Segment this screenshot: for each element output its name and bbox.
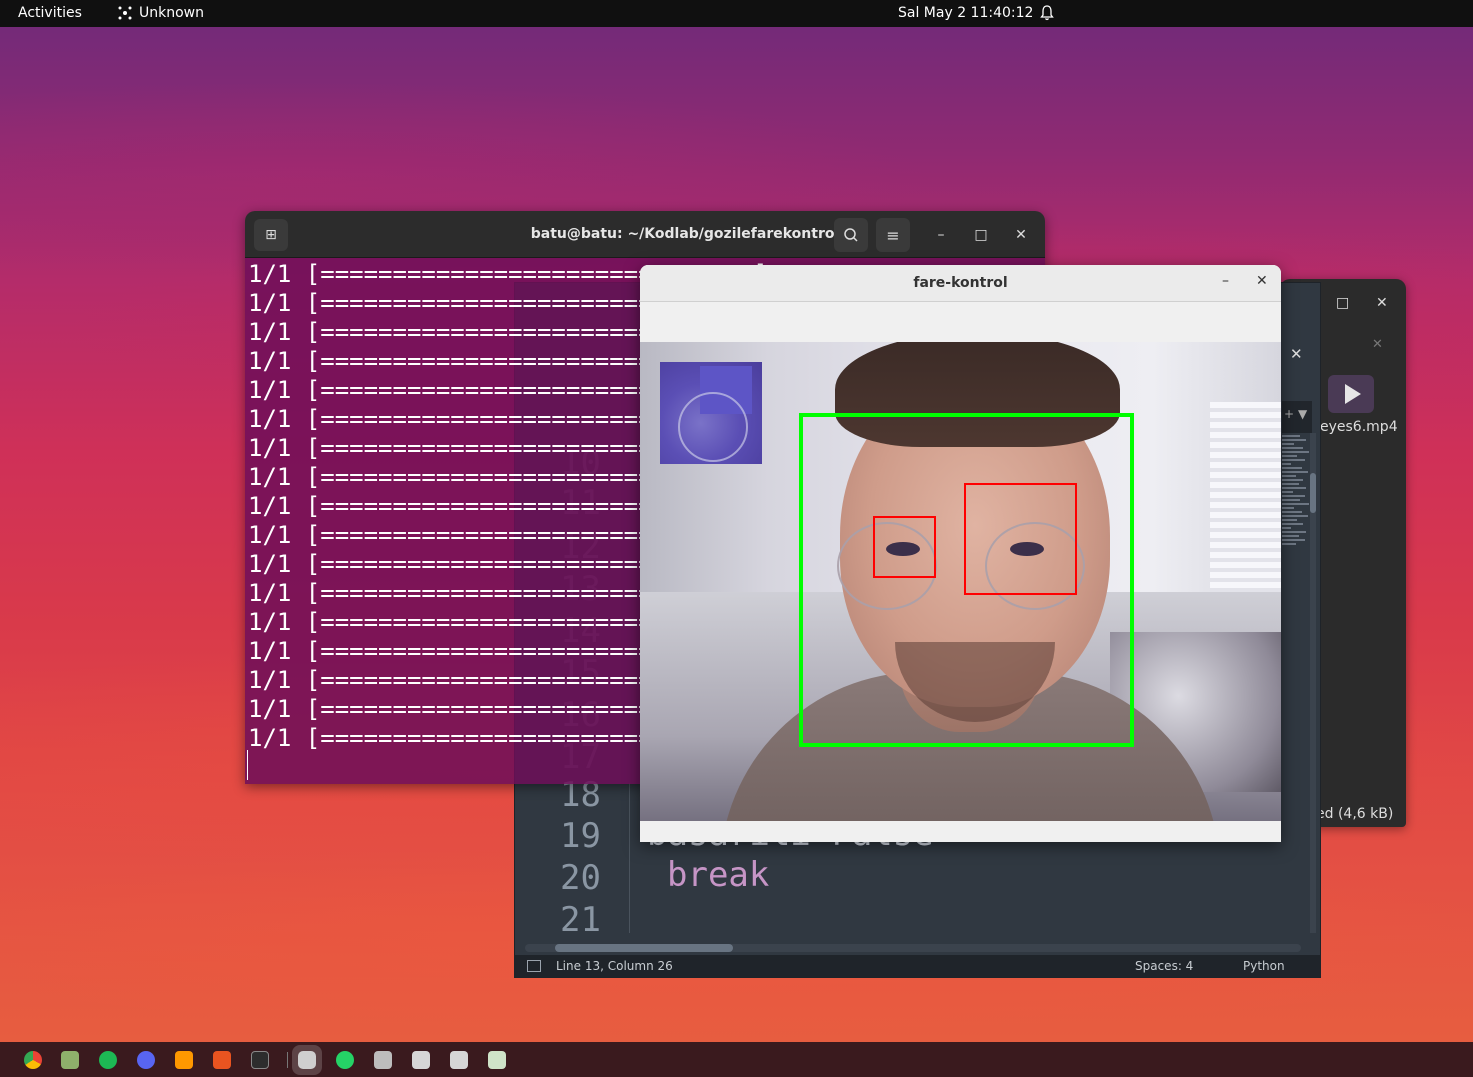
hamburger-menu-icon[interactable]: ≡ (876, 218, 910, 252)
horizontal-scrollbar[interactable] (525, 944, 1301, 952)
terminal-cursor (247, 750, 248, 780)
clock[interactable]: Sal May 2 11:40:12 (898, 5, 1033, 21)
discord-icon[interactable] (137, 1051, 155, 1069)
dock (0, 1042, 1473, 1077)
eye-detection-box-left (873, 516, 936, 578)
chrome-icon[interactable] (24, 1051, 42, 1069)
editor-close-icon[interactable]: ✕ (1290, 345, 1303, 363)
notification-bell-icon[interactable] (1040, 5, 1054, 21)
file-status-text: ed (4,6 kB) (1316, 806, 1394, 822)
document-icon[interactable] (374, 1051, 392, 1069)
syntax-language[interactable]: Python (1243, 959, 1285, 973)
app-icon (118, 6, 132, 20)
video-file-icon[interactable] (1328, 375, 1374, 413)
document-icon[interactable] (412, 1051, 430, 1069)
vertical-scrollbar[interactable] (1310, 433, 1316, 933)
sublime-text-icon[interactable] (175, 1051, 193, 1069)
app-menu[interactable]: Unknown (117, 5, 204, 21)
top-bar: Activities Unknown Sal May 2 11:40:12 (0, 0, 1473, 27)
panel-toggle-icon[interactable] (527, 960, 541, 972)
line-number: 20 (560, 858, 601, 898)
app-menu-label: Unknown (139, 5, 204, 21)
terminal-title: batu@batu: ~/Kodlab/gozilefarekontrol (530, 226, 840, 242)
new-tab-icon[interactable]: + (1284, 407, 1294, 421)
line-number: 21 (560, 900, 601, 940)
chevron-down-icon[interactable]: ▼ (1298, 407, 1307, 421)
line-number: 19 (560, 816, 601, 856)
maximize-button[interactable]: □ (970, 224, 992, 246)
cursor-position[interactable]: Line 13, Column 26 (556, 959, 673, 973)
terminal-header[interactable]: ⊞ batu@batu: ~/Kodlab/gozilefarekontrol … (245, 211, 1045, 258)
activities-button[interactable]: Activities (18, 5, 82, 21)
camera-feed (640, 342, 1281, 821)
dock-separator (287, 1052, 288, 1068)
close-button[interactable]: ✕ (1010, 224, 1032, 246)
gutter-divider (629, 783, 630, 933)
close-button[interactable]: ✕ (1256, 273, 1268, 289)
search-icon[interactable] (834, 218, 868, 252)
code-keyword-break[interactable]: break (667, 855, 769, 895)
files-icon[interactable] (61, 1051, 79, 1069)
eye-crop-lens (678, 392, 748, 462)
screenshot-icon[interactable] (298, 1051, 316, 1069)
eye-detection-box-right (964, 483, 1077, 595)
close-button[interactable]: ✕ (1376, 295, 1388, 311)
tab-menu-area[interactable]: + ▼ (1282, 401, 1312, 433)
fare-kontrol-titlebar[interactable]: fare-kontrol – ✕ (640, 265, 1281, 302)
software-center-icon[interactable] (213, 1051, 231, 1069)
maximize-button[interactable]: □ (1336, 295, 1349, 311)
bottom-padding (640, 821, 1281, 842)
eye-crop-preview (660, 362, 762, 464)
editor-status-bar: Line 13, Column 26 Spaces: 4 Python (515, 955, 1320, 977)
minimap[interactable] (1282, 433, 1312, 743)
minimize-button[interactable]: – (1222, 273, 1229, 289)
tab-close-icon[interactable]: ✕ (1372, 337, 1383, 352)
whatsapp-icon[interactable] (336, 1051, 354, 1069)
top-padding (640, 302, 1281, 342)
document-icon[interactable] (450, 1051, 468, 1069)
spotify-icon[interactable] (99, 1051, 117, 1069)
terminal-icon[interactable] (251, 1051, 269, 1069)
trash-icon[interactable] (488, 1051, 506, 1069)
fare-kontrol-title: fare-kontrol (913, 275, 1008, 291)
indentation-setting[interactable]: Spaces: 4 (1135, 959, 1193, 973)
minimize-button[interactable]: – (930, 224, 952, 246)
file-name-label[interactable]: eyes6.mp4 (1320, 419, 1398, 435)
scrollbar-thumb[interactable] (555, 944, 733, 952)
fare-kontrol-window: fare-kontrol – ✕ (640, 265, 1281, 842)
